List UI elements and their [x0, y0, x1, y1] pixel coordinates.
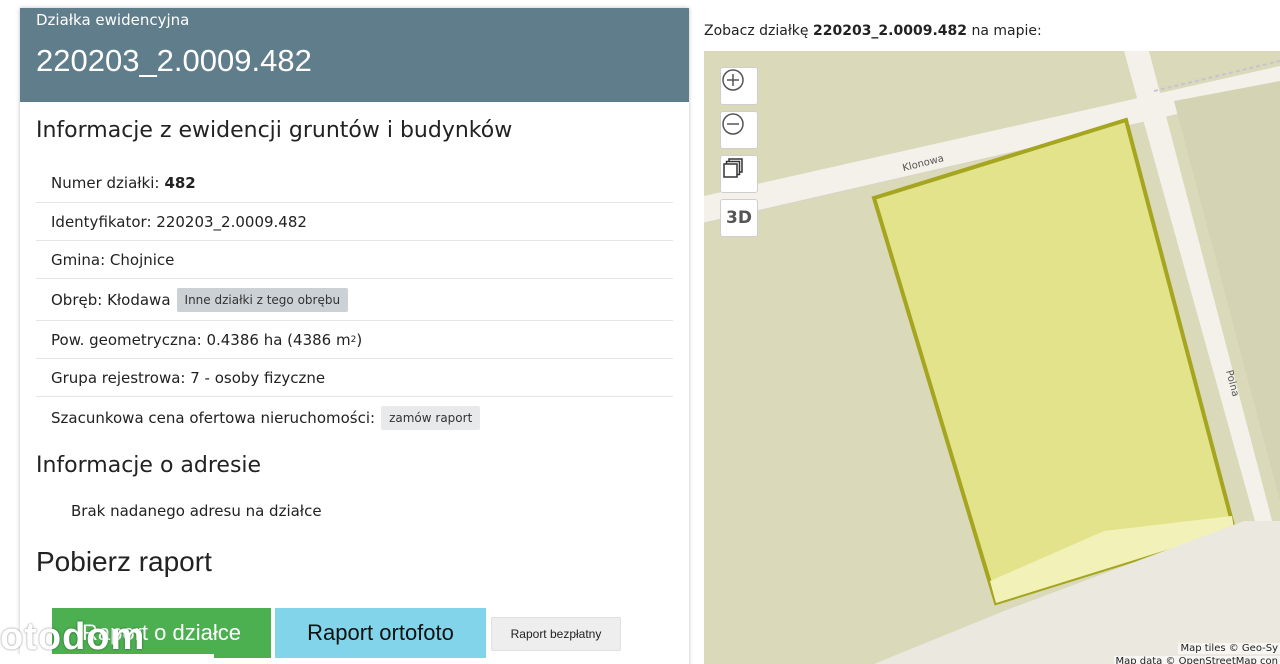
row-label: Pow. geometryczna: 0.4386 ha (4386 m [51, 330, 351, 349]
other-parcels-button[interactable]: Inne działki z tego obrębu [176, 287, 349, 312]
order-report-button[interactable]: zamów raport [381, 406, 481, 430]
row-label: Szacunkowa cena ofertowa nieruchomości: [51, 409, 376, 427]
3d-toggle-button[interactable]: 3D [720, 199, 758, 237]
zoom-in-icon [722, 69, 744, 91]
parcel-id-title: 220203_2.0009.482 [36, 43, 312, 78]
row-parcel-number: Numer działki: 482 [36, 164, 673, 203]
map-attribution-tiles[interactable]: Map tiles © Geo-Sy [1178, 643, 1280, 654]
ortho-report-button[interactable]: Raport ortofoto [275, 608, 486, 658]
row-label: Obręb: Kłodawa [51, 290, 171, 309]
map-caption: Zobacz działkę 220203_2.0009.482 na mapi… [704, 23, 1042, 39]
map-caption-id: 220203_2.0009.482 [812, 23, 967, 39]
report-section-title: Pobierz raport [36, 546, 212, 577]
row-label: Identyfikator: 220203_2.0009.482 [51, 212, 307, 231]
row-label: Grupa rejestrowa: 7 - osoby fizyczne [51, 368, 326, 387]
otodom-watermark: otodom [0, 616, 146, 658]
map-attribution-data[interactable]: Map data © OpenStreetMap con [1113, 656, 1280, 664]
card-kicker: Działka ewidencyjna [36, 11, 190, 29]
egib-section-title: Informacje z ewidencji gruntów i budynkó… [36, 118, 513, 143]
area-suffix: ) [356, 330, 363, 349]
row-price-estimate: Szacunkowa cena ofertowa nieruchomości: … [36, 397, 673, 439]
row-area: Pow. geometryczna: 0.4386 ha (4386 m 2) [36, 321, 673, 359]
row-label: Gmina: Chojnice [51, 250, 175, 269]
map-caption-pre: Zobacz działkę [704, 23, 813, 39]
row-register-group: Grupa rejestrowa: 7 - osoby fizyczne [36, 359, 673, 397]
row-precinct: Obręb: Kłodawa Inne działki z tego obręb… [36, 279, 673, 321]
egib-info-list: Numer działki: 482 Identyfikator: 220203… [36, 164, 673, 439]
map-caption-post: na mapie: [967, 23, 1042, 39]
zoom-in-button[interactable] [720, 67, 758, 105]
row-commune: Gmina: Chojnice [36, 241, 673, 279]
zoom-out-button[interactable] [720, 111, 758, 149]
row-label: Numer działki: [51, 174, 160, 192]
layers-button[interactable] [720, 155, 758, 193]
address-section-title: Informacje o adresie [36, 453, 262, 478]
map-canvas: Klonowa Polna [704, 51, 1280, 664]
card-header: Działka ewidencyjna 220203_2.0009.482 [20, 8, 689, 102]
layers-icon [723, 158, 743, 178]
row-identifier: Identyfikator: 220203_2.0009.482 [36, 203, 673, 241]
zoom-out-icon [722, 113, 744, 135]
parcel-number-value: 482 [164, 174, 196, 192]
parcel-map[interactable]: Klonowa Polna 3D Map tiles © Geo-Sy Map … [704, 51, 1280, 664]
parcel-info-card: Działka ewidencyjna 220203_2.0009.482 In… [20, 8, 689, 664]
address-text: Brak nadanego adresu na działce [71, 502, 322, 520]
bottom-strip [0, 654, 214, 664]
free-report-button[interactable]: Raport bezpłatny [491, 617, 621, 651]
